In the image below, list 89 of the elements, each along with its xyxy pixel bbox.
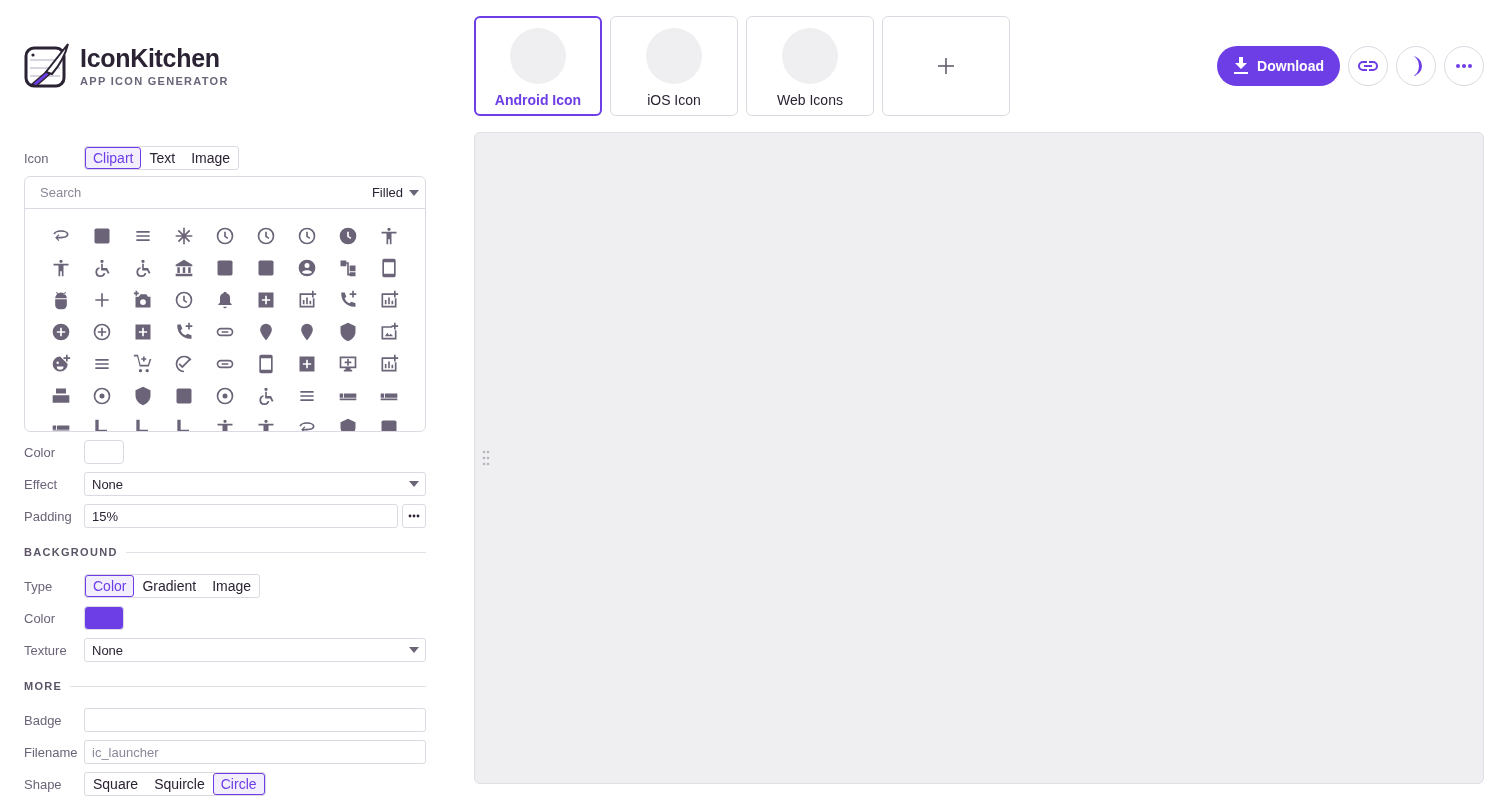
wheelchair-icon[interactable] [133,258,153,278]
clock-icon[interactable] [297,226,317,246]
more-button[interactable] [402,504,426,528]
link-icon [1357,60,1379,72]
add-box-icon[interactable] [133,322,153,342]
bank-icon[interactable] [174,258,194,278]
link-button[interactable] [1348,46,1388,86]
square-icon[interactable] [92,226,112,246]
segment-tab[interactable]: Circle [212,773,265,795]
check-icon[interactable] [174,354,194,374]
theme-toggle-button[interactable] [1396,46,1436,86]
section-heading: MORE [24,680,63,692]
face-icon[interactable] [51,354,71,374]
filename-field[interactable]: ic_launcher [84,740,426,764]
padding-field[interactable]: 15% [84,504,398,528]
call-icon[interactable] [174,322,194,342]
radio-icon[interactable] [215,386,235,406]
shield-icon[interactable] [133,386,153,406]
square-icon[interactable] [256,258,276,278]
plus-icon[interactable] [92,290,112,310]
tree-icon[interactable] [338,258,358,278]
add-box-icon[interactable] [297,354,317,374]
more-button[interactable] [1444,46,1484,86]
app-title: IconKitchen [80,43,221,73]
monitor-icon[interactable] [338,354,358,374]
image-icon[interactable] [379,322,399,342]
call-icon[interactable] [338,290,358,310]
clock-icon[interactable] [174,290,194,310]
download-icon [1233,57,1250,75]
more-icon [408,514,420,518]
chart-icon[interactable] [379,290,399,310]
segment-tab[interactable]: Color [85,575,135,597]
radio-icon[interactable] [92,386,112,406]
drag-handle-icon[interactable] [482,450,490,466]
style-dropdown[interactable]: Filled [361,185,425,200]
color-swatch[interactable] [84,606,124,630]
field-label: Effect [24,476,58,492]
target-tab[interactable]: iOS Icon [610,16,738,116]
field-label: Shape [24,776,63,792]
chart-icon[interactable] [297,290,317,310]
app-subtitle: APP ICON GENERATOR [80,74,229,87]
field-label: Filename [24,744,79,760]
segment-tab[interactable]: Image [183,147,239,169]
printer-icon[interactable] [51,386,71,406]
cart-icon[interactable] [133,354,153,374]
person-icon[interactable] [51,258,71,278]
field-label: Icon [24,150,50,166]
effect-dropdown[interactable]: None [84,472,426,496]
wheelchair-icon[interactable] [92,258,112,278]
field-label: Texture [24,642,68,658]
shield-icon[interactable] [338,322,358,342]
field-label: Padding [24,508,73,524]
section-heading: BACKGROUND [24,546,118,558]
add-box-icon[interactable] [256,290,276,310]
clock-icon[interactable] [256,226,276,246]
segment-tab[interactable]: Clipart [85,147,142,169]
bell-icon[interactable] [215,290,235,310]
target-tab[interactable]: Android Icon [474,16,602,116]
download-button[interactable]: Download [1217,46,1340,86]
target-tab[interactable]: Web Icons [746,16,874,116]
field-label: Badge [24,712,63,728]
texture-dropdown[interactable]: None [84,638,426,662]
chart-icon[interactable] [379,354,399,374]
clock-icon[interactable] [338,226,358,246]
snowflake-icon[interactable] [174,226,194,246]
wheelchair-icon[interactable] [256,386,276,406]
camera-icon[interactable] [133,290,153,310]
caret-icon [409,189,419,196]
phone-icon[interactable] [379,258,399,278]
caret-icon [409,481,419,487]
square-icon[interactable] [215,258,235,278]
segment-tab[interactable]: Text [141,147,184,169]
phone-icon[interactable] [256,354,276,374]
segment-tab[interactable]: Image [204,575,260,597]
person-icon[interactable] [379,226,399,246]
field-label: Color [24,444,57,460]
segment-tab[interactable]: Gradient [134,575,205,597]
color-swatch[interactable] [84,440,124,464]
segment-tab[interactable]: Square [85,773,147,795]
square-icon[interactable] [174,386,194,406]
segment-tab[interactable]: Squircle [146,773,213,795]
field-label: Type [24,578,54,594]
caret-icon [409,647,419,653]
account-icon[interactable] [297,258,317,278]
field-label: Color [24,610,57,626]
badge-field[interactable] [84,708,426,732]
plus-icon [938,58,954,74]
clock-icon[interactable] [215,226,235,246]
more-icon [1456,64,1472,68]
